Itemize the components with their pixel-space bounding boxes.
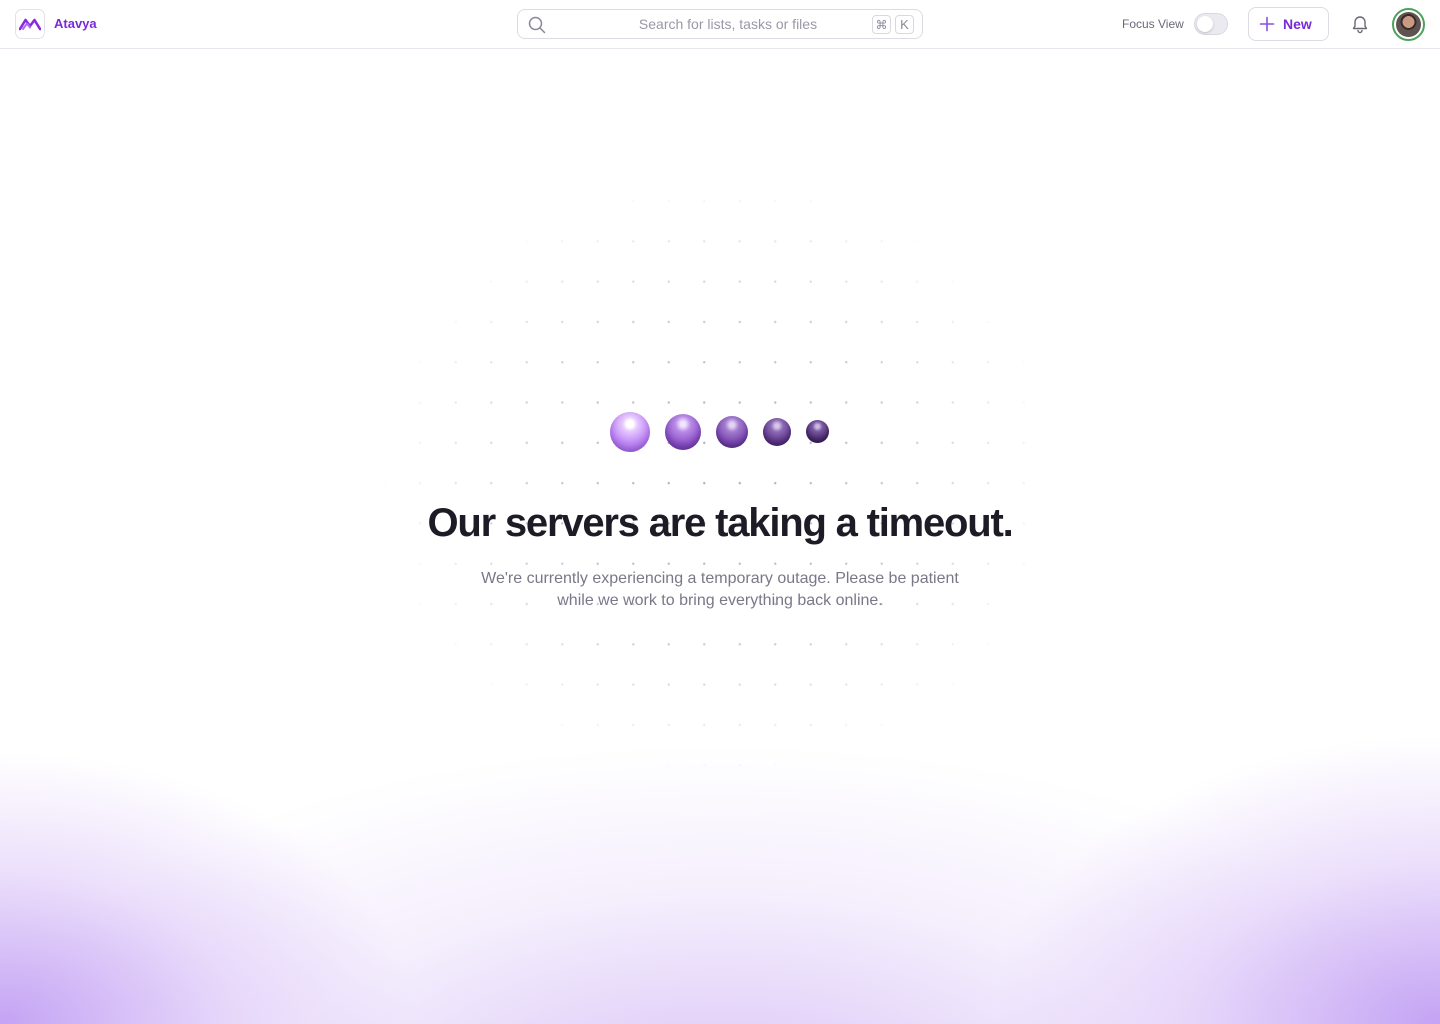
new-button[interactable]: New	[1248, 7, 1329, 41]
shortcut-k-key: K	[895, 15, 914, 34]
focus-view-label: Focus View	[1122, 17, 1184, 31]
focus-view-toggle[interactable]	[1194, 13, 1228, 35]
bell-icon[interactable]	[1350, 14, 1370, 34]
search-icon	[528, 16, 546, 34]
loading-orb	[610, 412, 650, 452]
outage-message: We're currently experiencing a temporary…	[481, 570, 959, 609]
page-title: Our servers are taking a timeout.	[427, 501, 1013, 545]
loading-orb	[716, 416, 748, 448]
user-avatar[interactable]	[1392, 8, 1425, 41]
shortcut-cmd-key: ⌘	[872, 15, 891, 34]
app-logo[interactable]	[15, 9, 45, 39]
logo-icon	[19, 18, 41, 31]
toggle-knob	[1197, 16, 1213, 32]
outage-page: Atavya ⌘ K Focus View New	[0, 0, 1440, 1024]
top-bar: Atavya ⌘ K Focus View New	[0, 0, 1440, 49]
loading-orb	[665, 414, 701, 450]
plus-icon	[1259, 16, 1275, 32]
search-bar[interactable]: ⌘ K	[517, 9, 923, 39]
app-name[interactable]: Atavya	[54, 16, 97, 32]
loading-orb	[806, 420, 829, 443]
loading-indicator	[0, 410, 1440, 454]
avatar-photo	[1396, 12, 1421, 37]
new-button-label: New	[1283, 16, 1312, 32]
loading-orb	[763, 418, 791, 446]
search-input[interactable]	[558, 14, 858, 34]
